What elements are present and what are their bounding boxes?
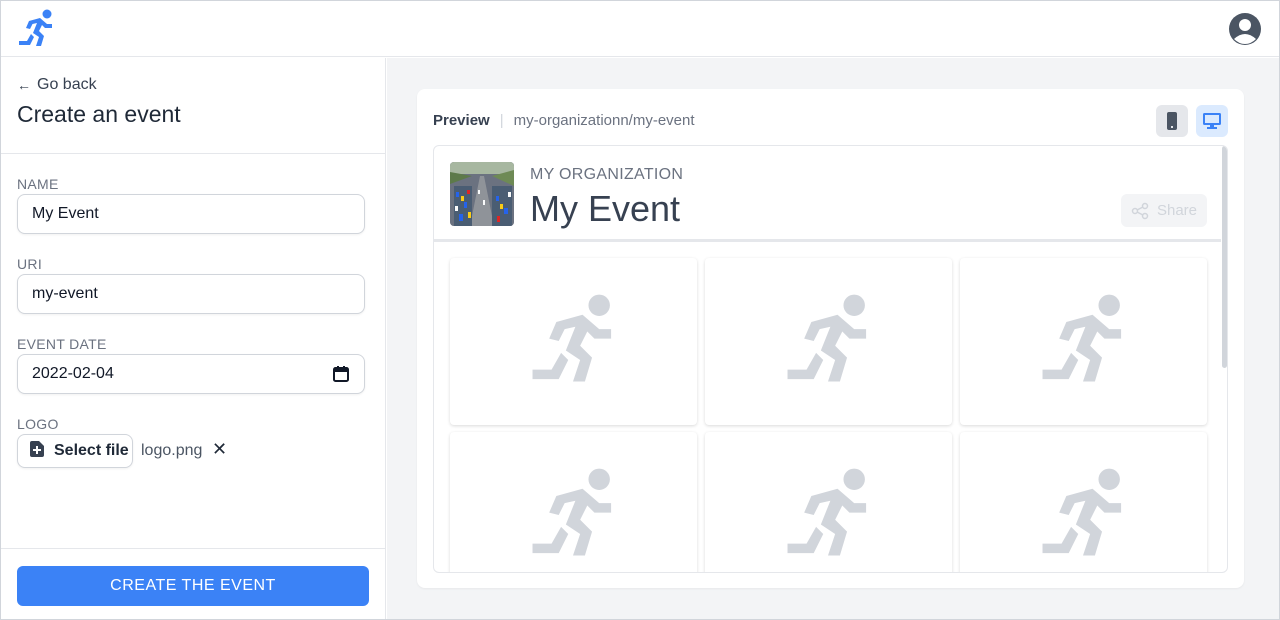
event-date-value: 2022-02-04	[32, 365, 114, 382]
preview-label: Preview	[433, 112, 490, 129]
share-label: Share	[1156, 202, 1198, 219]
runner-placeholder-icon	[532, 294, 612, 382]
runner-logo-icon[interactable]	[15, 8, 57, 50]
preview-scrollbar[interactable]	[1222, 146, 1227, 368]
select-file-button[interactable]: Select file	[17, 434, 133, 468]
photo-tile[interactable]	[960, 258, 1207, 425]
go-back-link[interactable]: ← Go back	[17, 76, 97, 94]
app-window: ← Go back Create an event NAME My Event …	[0, 0, 1280, 620]
remove-file-icon[interactable]: ✕	[212, 439, 227, 460]
runner-placeholder-icon	[787, 294, 867, 382]
name-input[interactable]: My Event	[17, 194, 365, 234]
photo-tile[interactable]	[960, 432, 1207, 572]
photo-tile[interactable]	[705, 432, 952, 572]
user-avatar-icon[interactable]	[1228, 12, 1262, 46]
photo-tile[interactable]	[705, 258, 952, 425]
share-icon	[1131, 202, 1149, 219]
name-label: NAME	[17, 176, 59, 192]
sidebar-header: ← Go back Create an event	[1, 58, 385, 154]
event-date-label: EVENT DATE	[17, 336, 107, 352]
go-back-label: Go back	[37, 76, 97, 93]
runner-placeholder-icon	[787, 468, 867, 556]
top-bar	[1, 1, 1279, 57]
preview-separator: |	[499, 112, 504, 129]
desktop-view-button[interactable]	[1196, 105, 1228, 137]
preview-bar: Preview | my-organizationn/my-event	[433, 112, 695, 129]
event-title: My Event	[530, 188, 681, 229]
preview-card: Preview | my-organizationn/my-event MY O…	[417, 89, 1244, 588]
runner-placeholder-icon	[1042, 294, 1122, 382]
logo-label: LOGO	[17, 416, 59, 432]
create-event-sidebar: ← Go back Create an event NAME My Event …	[1, 58, 386, 619]
file-plus-icon	[30, 440, 44, 462]
preview-area: Preview | my-organizationn/my-event MY O…	[387, 58, 1279, 619]
monitor-icon	[1203, 113, 1221, 129]
logo-file-name: logo.png	[141, 442, 203, 459]
smartphone-icon	[1167, 112, 1177, 130]
page-title: Create an event	[17, 101, 181, 127]
preview-path: my-organizationn/my-event	[513, 112, 695, 129]
event-header: MY ORGANIZATION My Event Share	[434, 146, 1221, 242]
name-value: My Event	[32, 205, 99, 222]
uri-value: my-event	[32, 285, 98, 302]
event-organization: MY ORGANIZATION	[530, 166, 684, 183]
runner-placeholder-icon	[1042, 468, 1122, 556]
runner-placeholder-icon	[532, 468, 612, 556]
photo-tile[interactable]	[450, 432, 697, 572]
photo-tile[interactable]	[450, 258, 697, 425]
calendar-icon[interactable]	[332, 365, 350, 383]
uri-label: URI	[17, 256, 43, 272]
arrow-left-icon: ←	[17, 77, 31, 93]
share-button[interactable]: Share	[1121, 194, 1207, 227]
preview-frame: MY ORGANIZATION My Event Share	[433, 145, 1228, 573]
select-file-label: Select file	[54, 442, 129, 459]
uri-input[interactable]: my-event	[17, 274, 365, 314]
event-date-input[interactable]: 2022-02-04	[17, 354, 365, 394]
sidebar-footer: CREATE THE EVENT	[1, 548, 385, 619]
mobile-view-button[interactable]	[1156, 105, 1188, 137]
create-event-button[interactable]: CREATE THE EVENT	[17, 566, 369, 606]
event-logo-image	[450, 162, 514, 226]
